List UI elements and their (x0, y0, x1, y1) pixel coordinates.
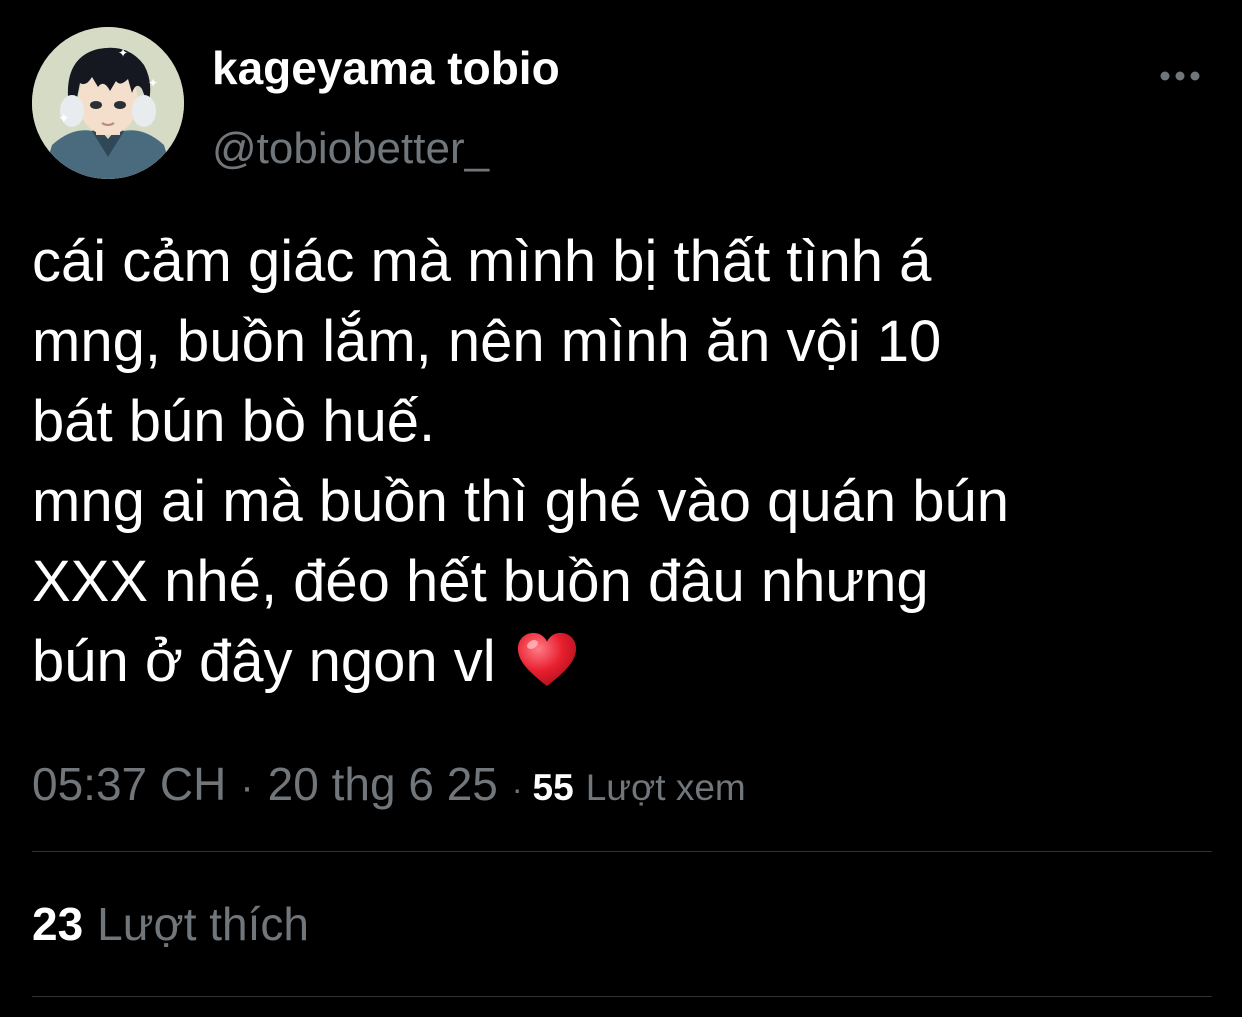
svg-text:✦: ✦ (58, 111, 70, 127)
tweet-time[interactable]: 05:37 CH (32, 757, 226, 811)
likes-stat[interactable]: 23 Lượt thích (32, 896, 309, 952)
red-heart-emoji-icon (516, 631, 578, 689)
views-count[interactable]: 55 (533, 767, 574, 809)
tweet-date[interactable]: 20 thg 6 25 (268, 757, 498, 811)
meta-separator: · (240, 765, 254, 809)
divider (32, 851, 1212, 852)
display-name[interactable]: kageyama tobio (212, 40, 560, 96)
divider (32, 996, 1212, 997)
more-horizontal-icon (1160, 71, 1200, 81)
tweet-text-line: XXX nhé, đéo hết buồn đâu nhưng (32, 549, 929, 614)
tweet-metadata: 05:37 CH · 20 thg 6 25 · 55 Lượt xem (32, 757, 746, 817)
likes-count: 23 (32, 898, 84, 950)
svg-text:✦: ✦ (148, 76, 158, 90)
svg-text:✦: ✦ (118, 46, 128, 60)
tweet-text-line-last: bún ở đây ngon vl (32, 622, 1222, 702)
tweet-text: cái cảm giác mà mình bị thất tình á mng,… (32, 222, 1222, 702)
tweet-text-line: bát bún bò huế. (32, 389, 436, 454)
avatar[interactable]: ✦ ✦ ✦ (32, 27, 184, 179)
views-label[interactable]: Lượt xem (586, 767, 746, 809)
tweet-text-line-content: bún ở đây ngon vl (32, 629, 496, 694)
meta-separator: · (511, 771, 523, 807)
tweet-text-line: cái cảm giác mà mình bị thất tình á (32, 229, 932, 294)
user-handle[interactable]: @tobiobetter_ (212, 122, 489, 176)
avatar-image: ✦ ✦ ✦ (32, 27, 184, 179)
tweet-text-line: mng ai mà buồn thì ghé vào quán bún (32, 469, 1010, 534)
tweet-text-line: mng, buồn lắm, nên mình ăn vội 10 (32, 309, 942, 374)
tweet-detail: ✦ ✦ ✦ kageyama tobio @tobiobetter_ cái c… (0, 0, 1242, 1017)
more-button[interactable] (1150, 58, 1210, 94)
likes-label: Lượt thích (97, 898, 310, 950)
